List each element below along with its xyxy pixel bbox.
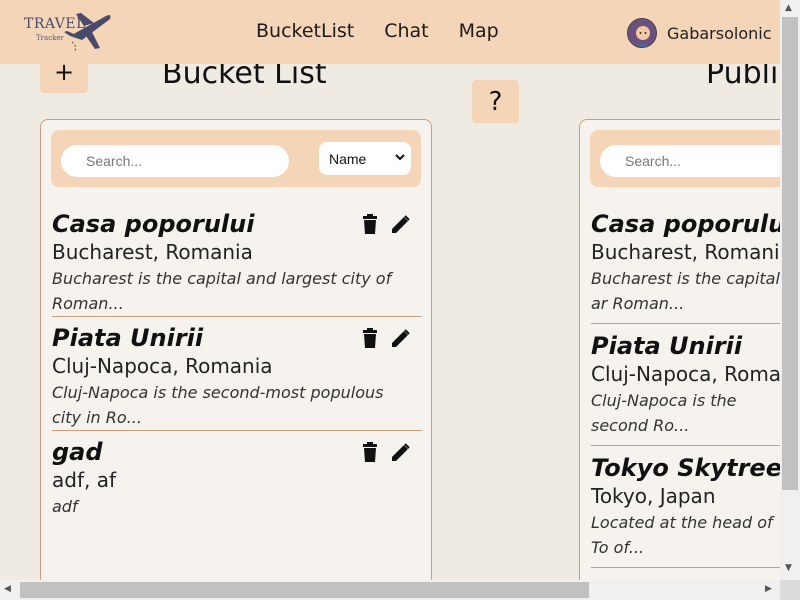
trash-icon[interactable] xyxy=(361,328,379,348)
nav-link-chat[interactable]: Chat xyxy=(384,20,428,42)
item-description: Bucharest is the capital ar Roman... xyxy=(591,269,780,313)
item-location: adf, af xyxy=(52,468,117,492)
horizontal-scroll-thumb[interactable] xyxy=(20,582,589,598)
item-description: Cluj-Napoca is the second-most populous … xyxy=(52,383,384,427)
vertical-scrollbar[interactable]: ▲ ▼ xyxy=(780,0,800,580)
user-profile[interactable]: Gabarsolonic xyxy=(627,18,771,48)
scroll-left-icon[interactable]: ◀ xyxy=(4,584,11,594)
trash-icon[interactable] xyxy=(361,214,379,234)
item-description: Cluj-Napoca is the second Ro... xyxy=(591,391,737,435)
horizontal-scrollbar[interactable]: ◀ ▶ xyxy=(0,580,780,600)
item-name: Casa poporului xyxy=(591,210,780,238)
nav-link-map[interactable]: Map xyxy=(459,20,499,42)
username: Gabarsolonic xyxy=(667,23,772,43)
sort-select[interactable]: Name xyxy=(319,142,411,175)
item-location: Cluj-Napoca, Roman xyxy=(591,362,780,386)
trash-icon[interactable] xyxy=(361,442,379,462)
list-item[interactable]: Piata Unirii Cluj-Napoca, Roman Cluj-Nap… xyxy=(591,332,780,446)
filter-bar: Name xyxy=(51,130,421,187)
item-name: Tokyo Skytree xyxy=(591,454,780,482)
list-item[interactable]: Casa poporului Bucharest, Romania Buchar… xyxy=(591,210,780,324)
item-name: Casa poporului xyxy=(52,210,255,238)
edit-icon[interactable] xyxy=(389,442,411,464)
list-item[interactable]: Casa poporului Bucharest, Romania Buchar… xyxy=(52,210,422,317)
list-item[interactable]: Piata Unirii Cluj-Napoca, Romania Cluj-N… xyxy=(52,324,422,431)
nav-links: BucketList Chat Map xyxy=(256,20,499,42)
item-name: Piata Unirii xyxy=(591,332,743,360)
edit-icon[interactable] xyxy=(389,214,411,236)
page-viewport: TRAVEL Tracker BucketList Chat Map Gabar… xyxy=(0,0,780,580)
item-location: Bucharest, Romania xyxy=(591,240,780,264)
airplane-icon xyxy=(64,13,111,53)
user-avatar-icon xyxy=(628,19,656,47)
sort-selected-value: Name xyxy=(329,150,367,167)
item-location: Cluj-Napoca, Romania xyxy=(52,354,273,378)
bucket-list-panel: Name Casa poporului Bucharest, Romania B… xyxy=(40,119,432,580)
vertical-scroll-thumb[interactable] xyxy=(782,17,798,490)
item-location: Tokyo, Japan xyxy=(591,484,716,508)
public-list-panel: Casa poporului Bucharest, Romania Buchar… xyxy=(579,119,780,580)
avatar[interactable] xyxy=(627,18,657,48)
logo[interactable]: TRAVEL Tracker xyxy=(22,6,114,56)
item-location: Bucharest, Romania xyxy=(52,240,253,264)
scroll-up-icon[interactable]: ▲ xyxy=(785,3,792,13)
item-name: Piata Unirii xyxy=(52,324,204,352)
item-name: gad xyxy=(52,438,103,466)
scrollbar-corner xyxy=(780,580,800,600)
list-item[interactable]: gad adf, af adf xyxy=(52,438,422,528)
help-button[interactable]: ? xyxy=(472,80,519,123)
search-input[interactable] xyxy=(61,145,289,177)
item-description: adf xyxy=(52,497,78,516)
navbar: TRAVEL Tracker BucketList Chat Map Gabar… xyxy=(0,0,780,64)
edit-icon[interactable] xyxy=(389,328,411,350)
scroll-right-icon[interactable]: ▶ xyxy=(765,584,772,594)
list-item[interactable]: Tokyo Skytree Tokyo, Japan Located at th… xyxy=(591,454,780,568)
item-description: Located at the head of To of... xyxy=(591,513,773,557)
filter-bar xyxy=(590,130,780,187)
scroll-down-icon[interactable]: ▼ xyxy=(785,563,792,573)
logo-subtext: Tracker xyxy=(36,34,64,42)
nav-link-bucketlist[interactable]: BucketList xyxy=(256,20,354,42)
item-description: Bucharest is the capital and largest cit… xyxy=(52,269,392,313)
search-input[interactable] xyxy=(600,145,780,177)
